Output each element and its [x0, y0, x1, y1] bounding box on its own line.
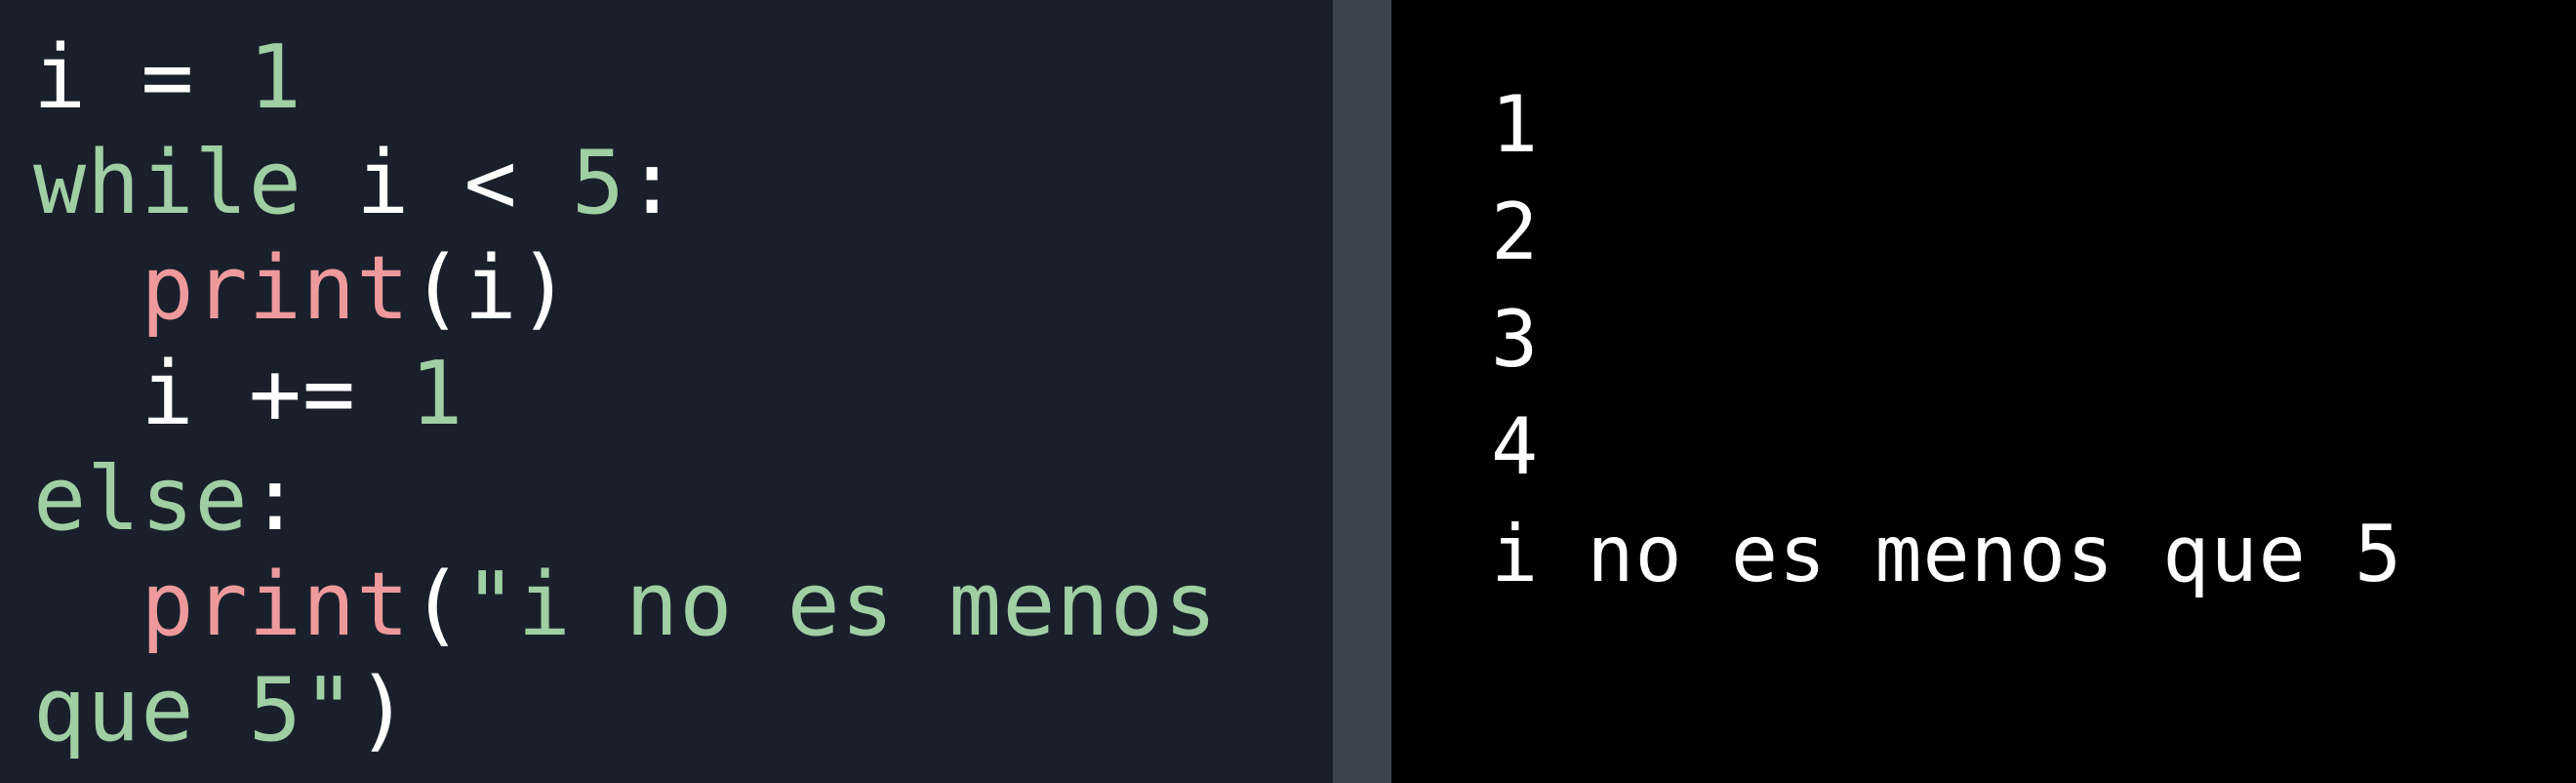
code-token-plain: i = [33, 26, 249, 129]
console-line: 2 [1491, 186, 1540, 277]
code-token-string: que 5" [33, 659, 357, 762]
code-token-plain: i < [302, 132, 572, 234]
code-line: print("i no es menos [33, 553, 1218, 658]
code-area[interactable]: i = 1 while i < 5: print(i) i += 1 else: p… [33, 25, 1218, 763]
code-token-keyword: else [33, 448, 249, 551]
code-line: while i < 5: [33, 131, 1218, 236]
code-token-function: print [141, 237, 411, 340]
code-line: print(i) [33, 236, 1218, 342]
app-window: i = 1 while i < 5: print(i) i += 1 else: p… [0, 0, 2576, 783]
code-line: que 5") [33, 658, 1218, 763]
pane-divider[interactable] [1333, 0, 1391, 783]
code-token-number: 1 [248, 26, 302, 129]
output-console: 1 2 3 4 i no es menos que 5 [1391, 0, 2576, 783]
code-token-function: print [141, 554, 411, 656]
code-token-plain: : [625, 132, 680, 234]
code-line: else: [33, 447, 1218, 553]
code-token-plain: ) [356, 659, 411, 762]
code-line: i = 1 [33, 25, 1218, 131]
console-output: 1 2 3 4 i no es menos que 5 [1491, 71, 2402, 608]
console-line: i no es menos que 5 [1491, 509, 2403, 599]
code-token-plain: : [248, 448, 302, 551]
console-line: 4 [1491, 401, 1540, 492]
code-token-plain: ( [410, 554, 464, 656]
console-line: 1 [1491, 79, 1540, 170]
code-token-keyword: while [33, 132, 302, 234]
code-token-string: "i no es menos [463, 554, 1219, 656]
code-token-plain: (i) [410, 237, 572, 340]
code-token-plain: i += [33, 343, 411, 445]
code-line: i += 1 [33, 342, 1218, 447]
code-token-number: 1 [410, 343, 464, 445]
code-token-number: 5 [571, 132, 626, 234]
code-editor[interactable]: i = 1 while i < 5: print(i) i += 1 else: p… [0, 0, 1333, 783]
console-line: 3 [1491, 294, 1540, 385]
